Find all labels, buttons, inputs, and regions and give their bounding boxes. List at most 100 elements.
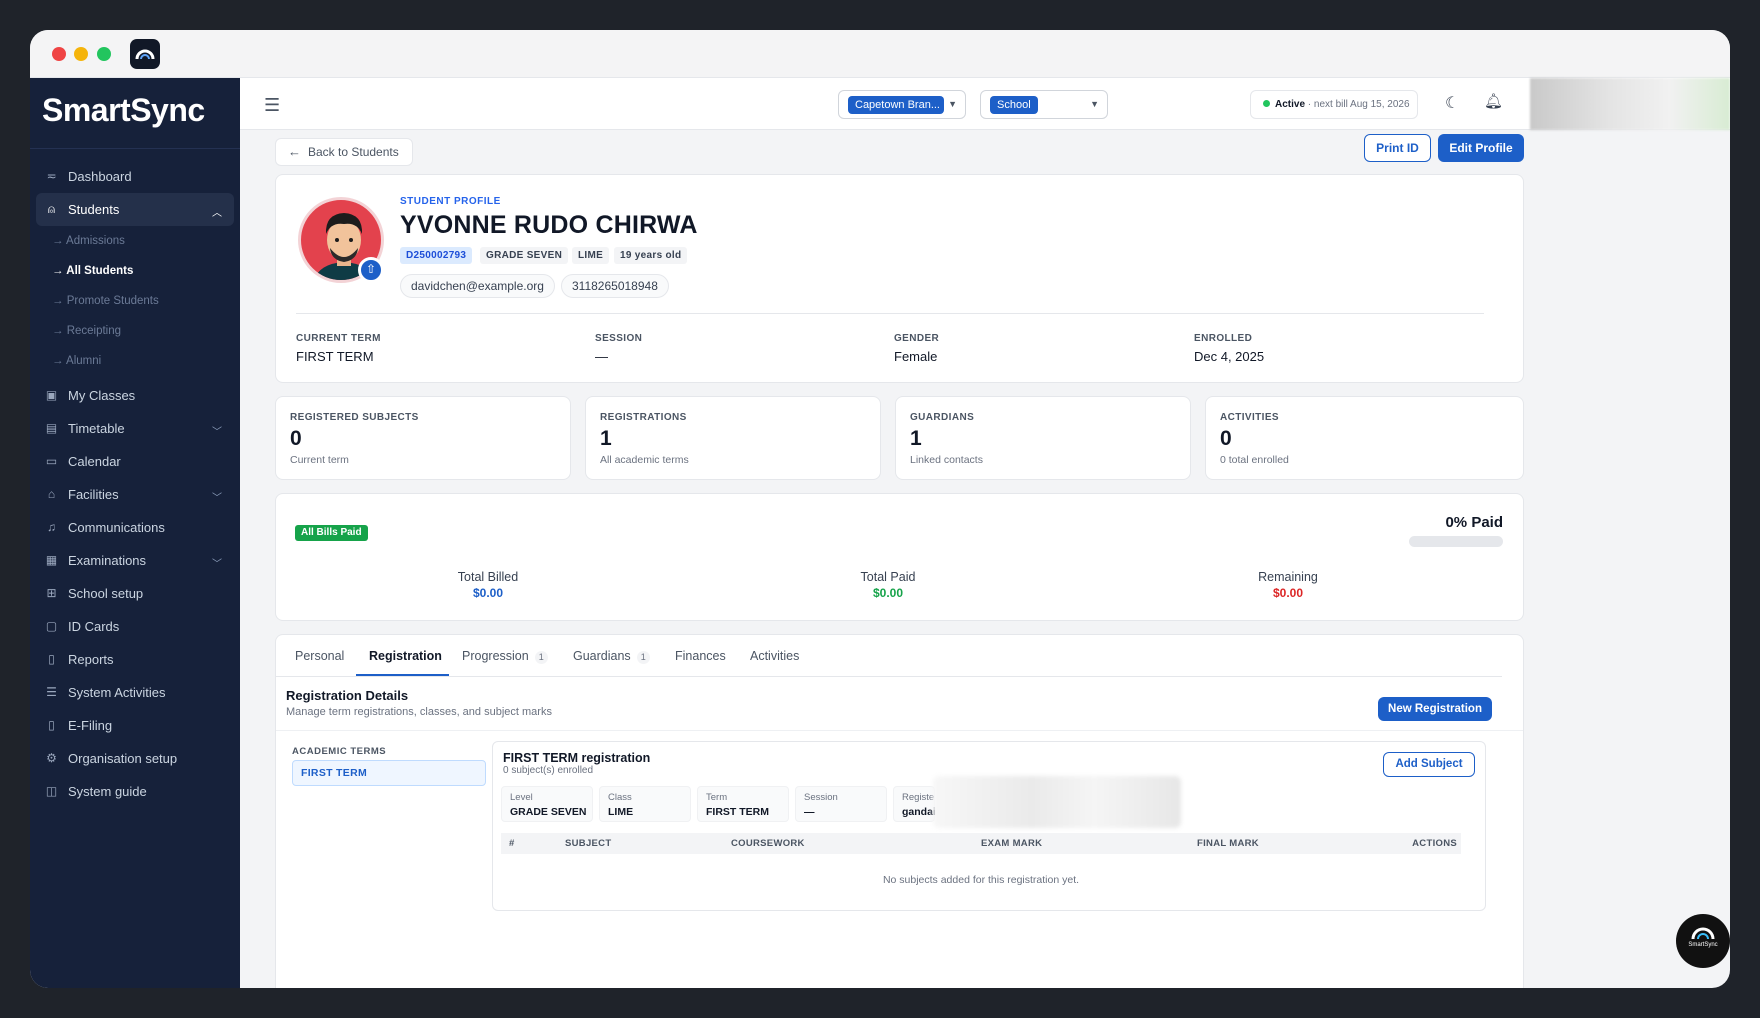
tab-guardians[interactable]: Guardians 1 — [573, 649, 650, 664]
sidebar-item-timetable[interactable]: ▤ Timetable ﹀ — [30, 412, 240, 445]
sidebar-item-system-guide[interactable]: ◫ System guide — [30, 775, 240, 808]
sidebar-item-e-filing[interactable]: ▯ E-Filing — [30, 709, 240, 742]
branch-select[interactable]: Capetown Bran... ▼ — [838, 90, 966, 119]
assistant-label: SmartSync — [1688, 942, 1718, 948]
redacted-region — [933, 776, 1181, 828]
brand-logo[interactable]: SmartSync — [42, 92, 205, 129]
sidebar-item-dashboard[interactable]: ≂ Dashboard — [30, 160, 240, 193]
sidebar-item-examinations[interactable]: ▦ Examinations ﹀ — [30, 544, 240, 577]
active-tab-indicator — [356, 674, 449, 676]
sidebar-sub-all-students[interactable]: → All Students — [30, 256, 240, 286]
stat-card-registered-subjects: REGISTERED SUBJECTS 0 Current term — [275, 396, 571, 480]
status-dot-icon — [1263, 100, 1270, 107]
sidebar-item-school-setup[interactable]: ⊞ School setup — [30, 577, 240, 610]
empty-subjects-message: No subjects added for this registration … — [882, 874, 1080, 886]
sidebar-item-calendar[interactable]: ▭ Calendar — [30, 445, 240, 478]
profile-card: ⇧ STUDENT PROFILE YVONNE RUDO CHIRWA D25… — [275, 174, 1524, 383]
enrolled-label: ENROLLED — [1194, 333, 1253, 344]
sidebar-item-students[interactable]: ⍝ Students ︿ — [36, 193, 234, 226]
stat-label: REGISTRATIONS — [600, 412, 687, 423]
chevron-down-icon: ﹀ — [212, 559, 222, 570]
new-registration-button[interactable]: New Registration — [1378, 697, 1492, 721]
sidebar-sub-receipting[interactable]: → Receipting — [30, 316, 240, 346]
sidebar-item-id-cards[interactable]: ▢ ID Cards — [30, 610, 240, 643]
sidebar-item-facilities[interactable]: ⌂ Facilities ﹀ — [30, 478, 240, 511]
class-badge: LIME — [572, 247, 610, 264]
phone-chip[interactable]: 3118265018948 — [561, 274, 669, 298]
menu-toggle-icon[interactable]: ☰ — [264, 95, 280, 116]
sidebar-sub-alumni[interactable]: → Alumni — [30, 346, 240, 376]
stat-label: GUARDIANS — [910, 412, 975, 423]
sidebar: SmartSync ≂ Dashboard ⍝ Students ︿ → Admiss… — [30, 78, 240, 988]
stat-value: 1 — [600, 427, 612, 450]
exam-icon: ▦ — [45, 553, 58, 567]
stat-value: 0 — [290, 427, 302, 450]
col-index: # — [509, 838, 515, 849]
term-item-first-term[interactable]: FIRST TERM — [292, 760, 486, 786]
sidebar-item-my-classes[interactable]: ▣ My Classes — [30, 379, 240, 412]
print-id-button[interactable]: Print ID — [1364, 134, 1431, 162]
timetable-icon: ▤ — [45, 421, 58, 435]
upload-photo-icon[interactable]: ⇧ — [358, 257, 384, 283]
sidebar-divider — [30, 148, 240, 149]
finance-summary-card: All Bills Paid 0% Paid Total Billed $0.0… — [275, 493, 1524, 621]
assistant-fab[interactable]: SmartSync — [1676, 914, 1730, 968]
sidebar-nav: ≂ Dashboard ⍝ Students ︿ → Admissions → All… — [30, 160, 240, 808]
arrow-left-icon: ← — [288, 144, 301, 159]
session-label: SESSION — [595, 333, 643, 344]
col-exam-mark: EXAM MARK — [981, 838, 1043, 849]
sidebar-item-communications[interactable]: ♫ Communications — [30, 511, 240, 544]
current-term-value: FIRST TERM — [296, 349, 374, 364]
registration-panel-subtitle: 0 subject(s) enrolled — [503, 765, 594, 776]
profile-tabs-card: Personal Registration Progression 1 Guard… — [275, 634, 1524, 988]
registration-panel-title: FIRST TERM registration — [503, 751, 651, 765]
subjects-table-header: # SUBJECT COURSEWORK EXAM MARK FINAL MAR… — [501, 833, 1461, 854]
file-icon: ▯ — [48, 718, 55, 732]
field-term: Term FIRST TERM — [697, 786, 789, 822]
sidebar-sub-admissions[interactable]: → Admissions — [30, 226, 240, 256]
sidebar-item-organisation-setup[interactable]: ⚙ Organisation setup — [30, 742, 240, 775]
sidebar-item-reports[interactable]: ▯ Reports — [30, 643, 240, 676]
field-level: Level GRADE SEVEN — [501, 786, 593, 822]
col-coursework: COURSEWORK — [731, 838, 805, 849]
tab-registration[interactable]: Registration — [369, 649, 442, 663]
total-billed: Total Billed $0.00 — [457, 570, 519, 600]
notifications-bell-icon[interactable]: 🔔︎ — [1484, 92, 1503, 110]
app-window: SmartSync ≂ Dashboard ⍝ Students ︿ → Admiss… — [30, 30, 1730, 988]
email-chip[interactable]: davidchen@example.org — [400, 274, 555, 298]
sidebar-item-system-activities[interactable]: ☰ System Activities — [30, 676, 240, 709]
field-registered-by: Registe gandai — [893, 786, 936, 822]
dark-mode-toggle-icon[interactable]: ☾ — [1445, 93, 1459, 113]
stat-sub: All academic terms — [600, 454, 689, 466]
stat-card-activities: ACTIVITIES 0 0 total enrolled — [1205, 396, 1524, 480]
school-select-value: School — [990, 96, 1038, 114]
current-term-label: CURRENT TERM — [296, 333, 381, 344]
gender-value: Female — [894, 349, 938, 364]
profile-divider — [296, 313, 1484, 314]
bills-status-badge: All Bills Paid — [295, 525, 368, 541]
building-icon: ⌂ — [47, 487, 56, 501]
id-card-icon: ▢ — [45, 619, 58, 633]
paid-percentage: 0% Paid — [1445, 514, 1503, 531]
remaining: Remaining $0.00 — [1258, 570, 1318, 600]
tab-activities[interactable]: Activities — [750, 649, 799, 663]
tab-finances[interactable]: Finances — [675, 649, 726, 663]
user-menu-redacted[interactable] — [1530, 78, 1730, 130]
chevron-down-icon: ﹀ — [212, 427, 222, 438]
stat-sub: Linked contacts — [910, 454, 983, 466]
edit-profile-button[interactable]: Edit Profile — [1438, 134, 1524, 162]
school-select[interactable]: School ▼ — [980, 90, 1108, 119]
sidebar-sub-promote-students[interactable]: → Promote Students — [30, 286, 240, 316]
assistant-logo-icon — [1691, 927, 1715, 940]
back-to-students-button[interactable]: ← Back to Students — [275, 138, 413, 166]
tab-personal[interactable]: Personal — [295, 649, 344, 663]
maximize-window-button[interactable] — [97, 47, 111, 61]
minimize-window-button[interactable] — [74, 47, 88, 61]
student-id-badge: D250002793 — [400, 247, 473, 264]
age-badge: 19 years old — [614, 247, 688, 264]
tab-progression[interactable]: Progression 1 — [462, 649, 548, 664]
total-paid: Total Paid $0.00 — [860, 570, 916, 600]
close-window-button[interactable] — [52, 47, 66, 61]
add-subject-button[interactable]: Add Subject — [1383, 752, 1475, 777]
profile-tabs: Personal Registration Progression 1 Guard… — [276, 635, 1502, 677]
